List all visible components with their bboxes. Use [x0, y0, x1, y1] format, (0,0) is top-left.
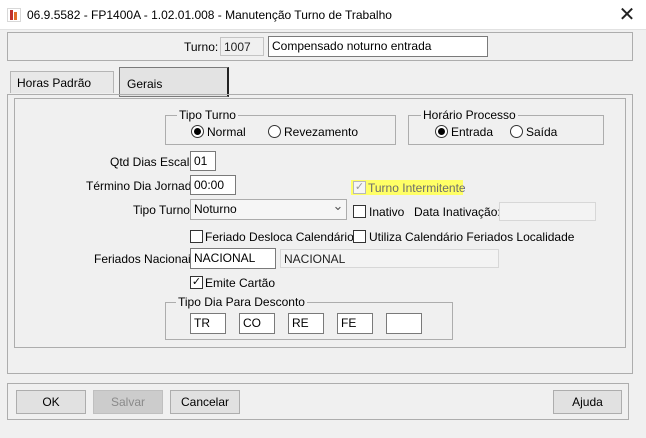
tipo-turno-select-value: Noturno: [194, 202, 237, 216]
utiliza-calendario-checkbox[interactable]: [353, 230, 366, 243]
feriado-desloca-checkbox[interactable]: [190, 230, 203, 243]
tipo-dia-desconto-field-2[interactable]: CO: [239, 313, 275, 334]
inativo-checkbox[interactable]: [353, 205, 366, 218]
app-icon: [7, 8, 21, 22]
tipo-turno-select[interactable]: Noturno: [190, 199, 347, 220]
title-bar: 06.9.5582 - FP1400A - 1.02.01.008 - Manu…: [0, 0, 646, 30]
tipo-turno-normal-radio[interactable]: [191, 125, 204, 138]
feriados-nacionais-input[interactable]: NACIONAL: [190, 248, 276, 269]
feriados-nacionais-label: Feriados Nacionais:: [94, 252, 201, 266]
tipo-turno-normal-label: Normal: [207, 125, 246, 139]
feriado-desloca-label: Feriado Desloca Calendário: [205, 230, 354, 244]
tab-horas-padrao[interactable]: Horas Padrão: [10, 71, 114, 93]
horario-processo-group-title: Horário Processo: [421, 108, 518, 122]
turno-intermitente-label: Turno Intermitente: [368, 181, 466, 195]
salvar-button[interactable]: Salvar: [93, 390, 163, 414]
tipo-dia-desconto-field-1[interactable]: TR: [190, 313, 226, 334]
turno-description-field[interactable]: Compensado noturno entrada: [268, 36, 488, 57]
turno-label: Turno:: [184, 40, 219, 54]
turno-code-field: 1007: [220, 37, 264, 56]
tipo-dia-desconto-field-3[interactable]: RE: [288, 313, 324, 334]
chevron-down-icon[interactable]: ⌄: [330, 199, 346, 218]
horario-entrada-label: Entrada: [451, 125, 494, 139]
turno-intermitente-checkbox[interactable]: ✓: [353, 181, 366, 194]
cancelar-button[interactable]: Cancelar: [170, 390, 240, 414]
termino-dia-jornada-input[interactable]: 00:00: [190, 175, 236, 195]
inativo-label: Inativo: [369, 205, 405, 219]
horario-saida-label: Saída: [526, 125, 558, 139]
termino-dia-jornada-label: Término Dia Jornada:: [86, 179, 202, 193]
qtd-dias-escala-label: Qtd Dias Escala:: [110, 155, 200, 169]
qtd-dias-escala-input[interactable]: 01: [190, 151, 216, 171]
feriados-nacionais-description: NACIONAL: [280, 249, 499, 268]
data-inativacao-label: Data Inativação:: [414, 205, 501, 219]
tab-gerais[interactable]: Gerais: [119, 67, 229, 97]
tipo-dia-desconto-field-4[interactable]: FE: [337, 313, 373, 334]
application-window: 06.9.5582 - FP1400A - 1.02.01.008 - Manu…: [0, 0, 646, 438]
window-title: 06.9.5582 - FP1400A - 1.02.01.008 - Manu…: [27, 8, 392, 22]
tipo-dia-desconto-group-title: Tipo Dia Para Desconto: [176, 295, 307, 309]
emite-cartao-checkbox[interactable]: ✓: [190, 276, 203, 289]
close-icon[interactable]: ✕: [610, 4, 644, 28]
tipo-turno-group-title: Tipo Turno: [177, 108, 238, 122]
utiliza-calendario-label: Utiliza Calendário Feriados Localidade: [369, 230, 575, 244]
data-inativacao-field: [499, 202, 596, 221]
tipo-turno-select-label: Tipo Turno:: [133, 203, 194, 217]
tipo-dia-desconto-field-5[interactable]: [386, 313, 422, 334]
horario-entrada-radio[interactable]: [435, 125, 448, 138]
ok-button[interactable]: OK: [16, 390, 86, 414]
horario-saida-radio[interactable]: [510, 125, 523, 138]
tipo-turno-revezamento-label: Revezamento: [284, 125, 359, 139]
tipo-turno-revezamento-radio[interactable]: [268, 125, 281, 138]
tab-label: Horas Padrão: [17, 76, 92, 90]
emite-cartao-label: Emite Cartão: [205, 276, 276, 290]
ajuda-button[interactable]: Ajuda: [553, 390, 622, 414]
tab-label: Gerais: [127, 77, 163, 91]
